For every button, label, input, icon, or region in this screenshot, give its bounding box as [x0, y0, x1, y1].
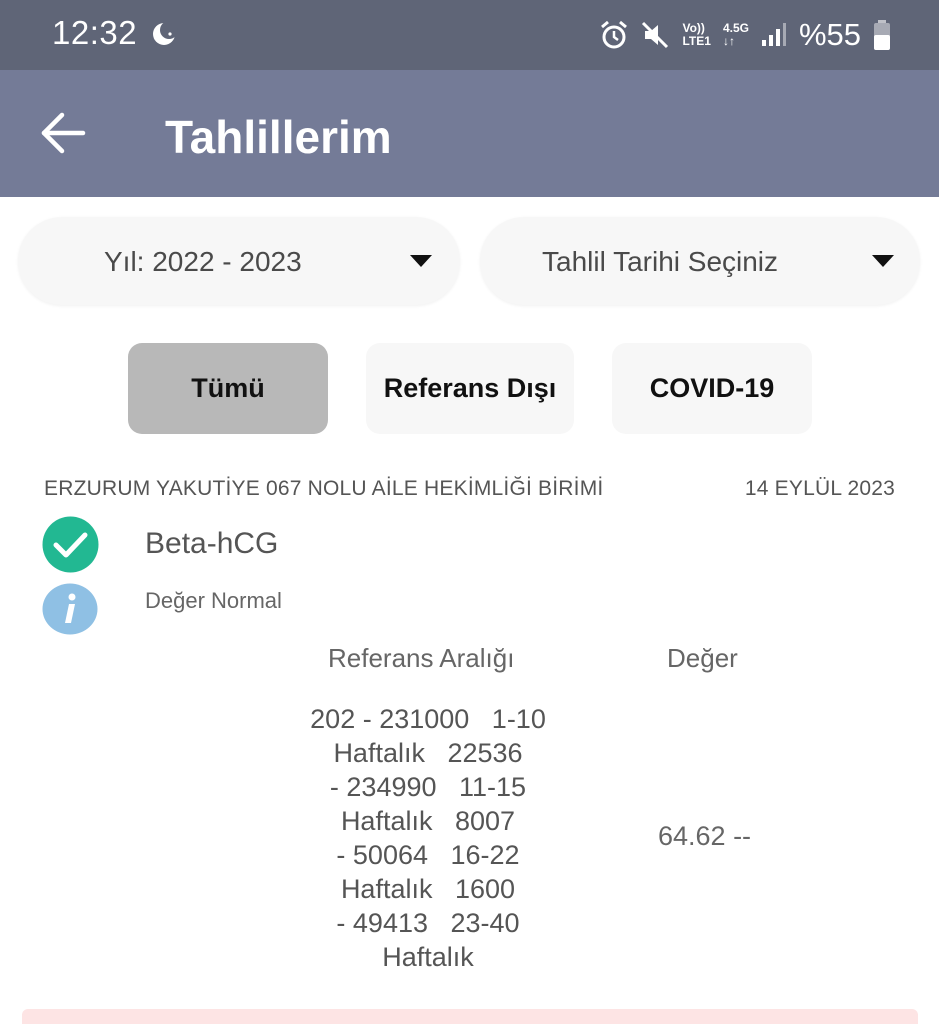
chevron-down-icon [872, 255, 894, 267]
reference-range-value: 202 - 231000 1-10 Haftalık 22536 - 23499… [298, 702, 558, 974]
next-result-card[interactable] [22, 1009, 918, 1024]
test-date-select[interactable]: Tahlil Tarihi Seçiniz [480, 217, 920, 305]
chevron-down-icon [410, 255, 432, 267]
reference-range-line: Haftalık 22536 [333, 738, 523, 768]
facility-name: ERZURUM YAKUTİYE 067 NOLU AİLE HEKİMLİĞİ… [44, 477, 604, 500]
arrow-left-icon[interactable] [40, 112, 86, 154]
reference-range-line: - 50064 16-22 [336, 840, 520, 870]
reference-range-line: - 234990 11-15 [329, 772, 527, 802]
network-gen-indicator: 4.5G ↓↑ [722, 21, 749, 48]
reference-range-line: - 49413 23-40 [336, 908, 520, 938]
battery-percent: %55 [798, 17, 861, 52]
signal-icon [761, 23, 786, 46]
reference-range-line: Haftalık 1600 [340, 874, 516, 904]
status-time: 12:32 [52, 14, 138, 51]
data-arrows-icon: ↓↑ [722, 34, 735, 48]
reference-range-line: Haftalık 8007 [340, 806, 516, 836]
year-select-value: Yıl: 2022 - 2023 [104, 246, 302, 277]
app-bar: Tahlillerim [0, 70, 939, 197]
status-bar: 12:32 Vo)) LTE1 4.5G ↓↑ %55 [0, 0, 939, 70]
page-title: Tahlillerim [165, 111, 392, 163]
test-name: Beta-hCG [145, 527, 279, 560]
moon-icon [153, 21, 178, 45]
test-date: 14 EYLÜL 2023 [744, 477, 895, 500]
check-circle-icon [42, 516, 99, 573]
network-indicator: Vo)) LTE1 [682, 21, 711, 48]
test-date-select-value: Tahlil Tarihi Seçiniz [542, 246, 779, 277]
status-icons: Vo)) LTE1 4.5G ↓↑ %55 [600, 14, 891, 56]
result-status: Değer Normal [145, 588, 282, 613]
year-select[interactable]: Yıl: 2022 - 2023 [18, 217, 460, 305]
reference-range-line: 202 - 231000 1-10 [310, 704, 546, 734]
reference-range-header: Referans Aralığı [328, 643, 515, 673]
result-value: 64.62 -- [658, 821, 752, 851]
info-icon[interactable] [42, 583, 98, 635]
alarm-icon [601, 20, 628, 49]
filter-out-of-reference-button[interactable]: Referans Dışı [366, 343, 574, 434]
value-header: Değer [667, 643, 738, 673]
filter-covid-button[interactable]: COVID-19 [612, 343, 812, 434]
mute-icon [642, 21, 669, 49]
filter-all-button[interactable]: Tümü [128, 343, 328, 434]
battery-icon [874, 20, 890, 50]
reference-range-line: Haftalık [382, 942, 474, 972]
